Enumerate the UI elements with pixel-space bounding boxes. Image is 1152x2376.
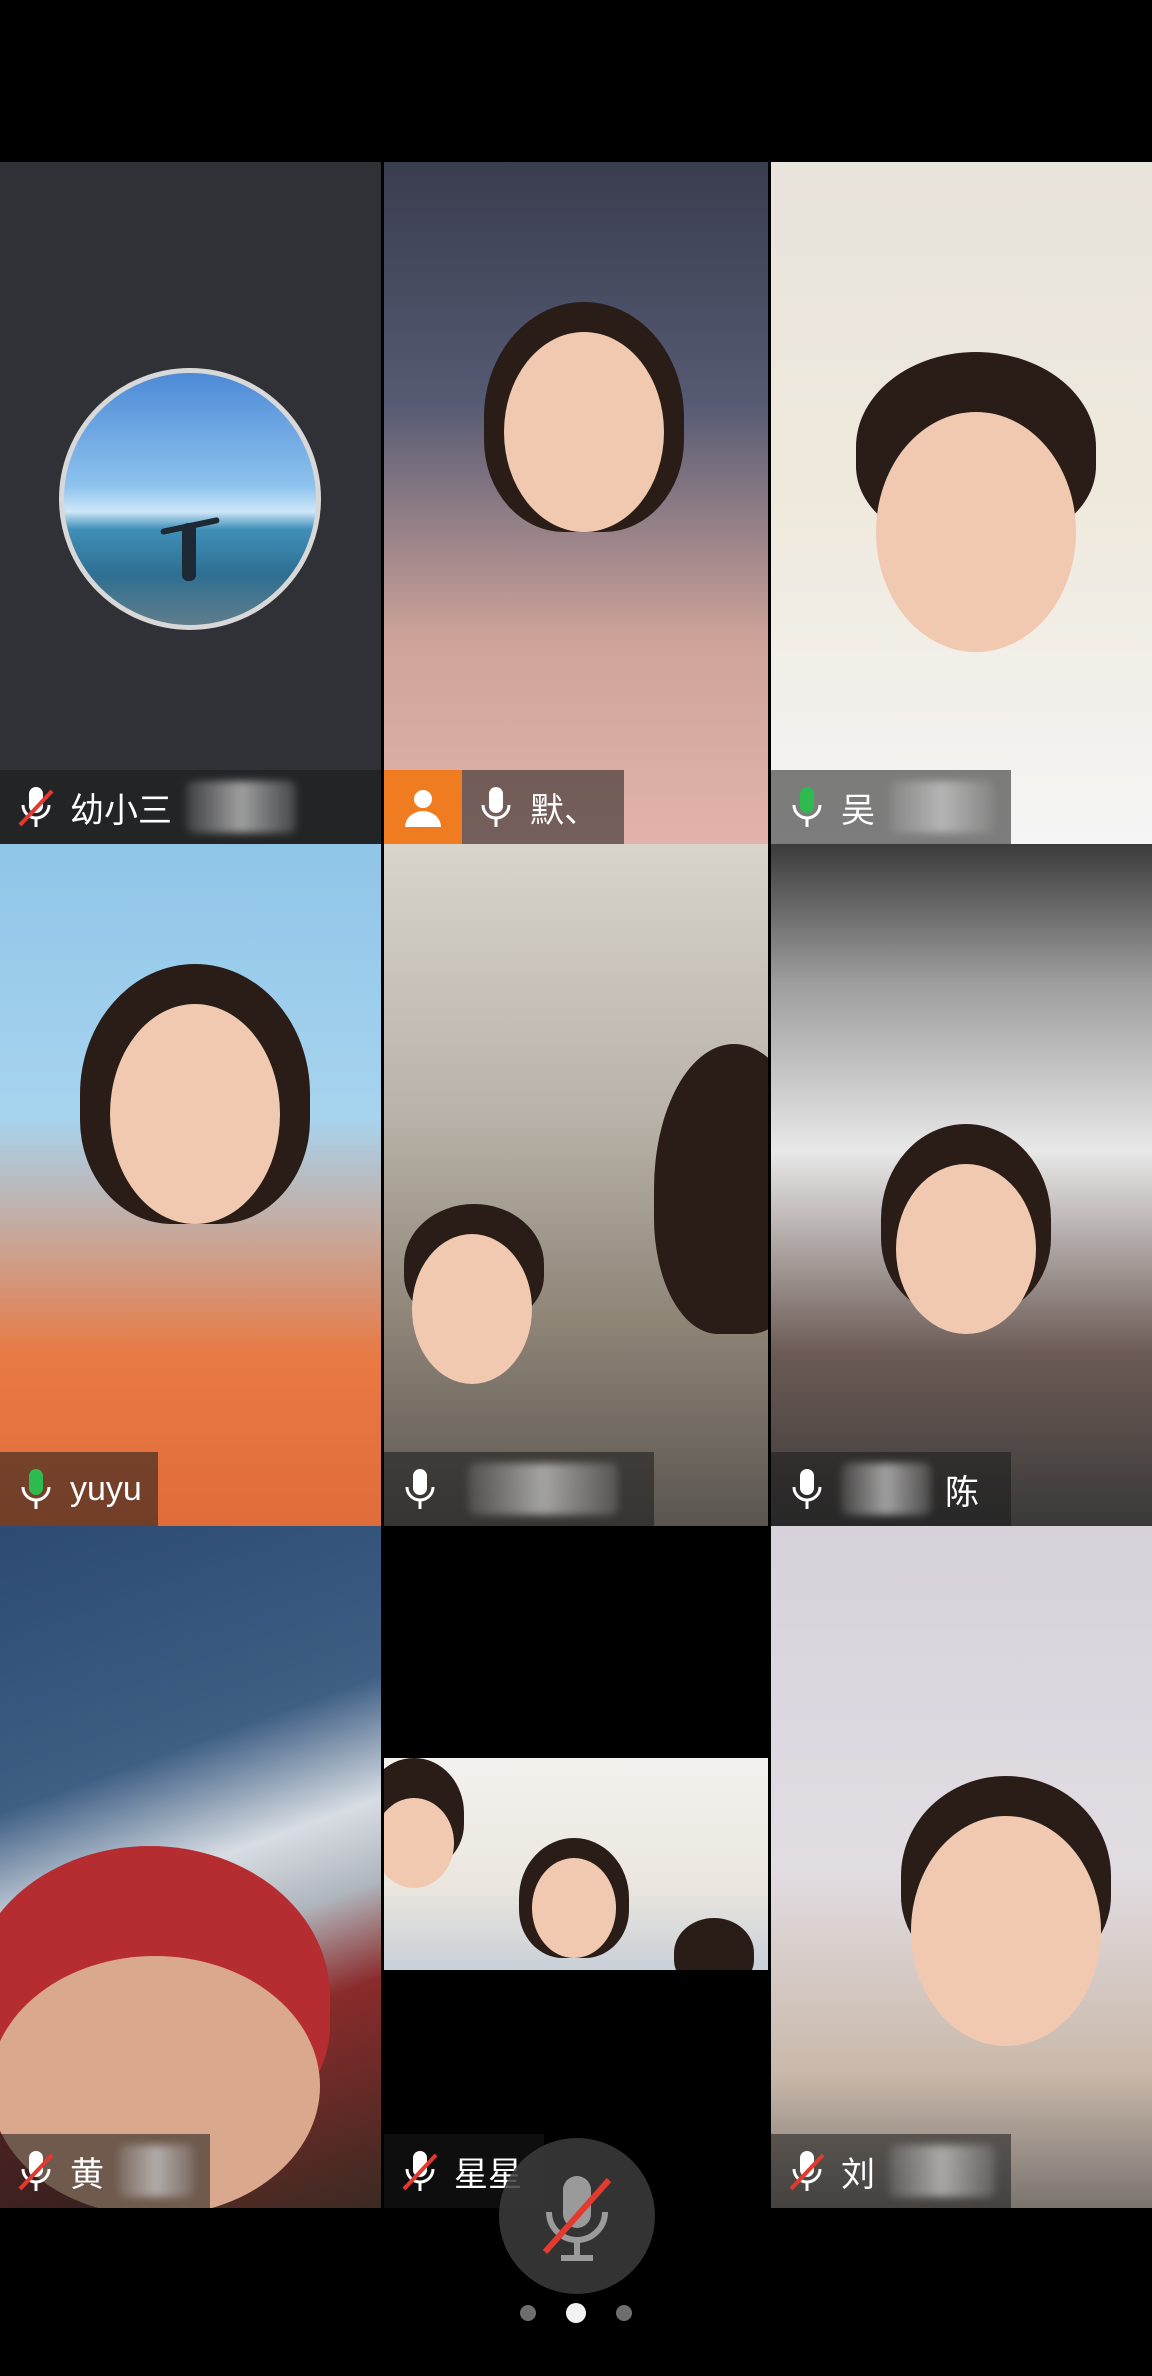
mic-muted-icon [787, 2147, 827, 2195]
host-person-icon [384, 770, 462, 844]
participant-tile-1[interactable]: 幼小三 [0, 162, 381, 844]
participant-name: yuyu [70, 1469, 142, 1508]
video-feed [384, 844, 768, 1526]
participant-name: 吴 [841, 791, 875, 830]
mic-toggle-button[interactable] [499, 2138, 655, 2294]
participant-name: 刘 [841, 2155, 875, 2194]
participant-tile-2[interactable]: 默、 [384, 162, 768, 844]
name-label: 刘 [771, 2134, 1011, 2208]
video-feed [771, 162, 1152, 844]
redaction-blur [118, 2145, 194, 2197]
video-feed [0, 844, 381, 1526]
video-feed [0, 1526, 381, 2208]
name-label: 陈 [771, 1452, 1011, 1526]
name-label [384, 1452, 654, 1526]
avatar [59, 368, 321, 630]
page-dot-3[interactable] [616, 2305, 632, 2321]
participant-name: 陈 [945, 1473, 979, 1512]
redaction-blur [889, 781, 995, 833]
video-feed [771, 844, 1152, 1526]
participant-tile-3[interactable]: 吴 [771, 162, 1152, 844]
mic-muted-icon [542, 2176, 612, 2261]
name-label: 默、 [384, 770, 624, 844]
participant-tile-9[interactable]: 刘 [771, 1526, 1152, 2208]
redaction-blur [841, 1463, 931, 1515]
video-grid: 幼小三 默、 吴 yuyu 陈 黄 星星 刘 [0, 162, 1152, 2208]
name-label: 黄 [0, 2134, 210, 2208]
participant-tile-6[interactable]: 陈 [771, 844, 1152, 1526]
participant-name: 幼小三 [70, 791, 172, 830]
participant-tile-7[interactable]: 黄 [0, 1526, 381, 2208]
page-dot-2[interactable] [566, 2303, 586, 2323]
participant-name: 黄 [70, 2155, 104, 2194]
name-label: 幼小三 [0, 770, 381, 844]
mic-icon [476, 783, 516, 831]
mic-active-icon [787, 783, 827, 831]
participant-tile-8[interactable]: 星星 [384, 1526, 768, 2208]
mic-muted-icon [16, 2147, 56, 2195]
name-label: 吴 [771, 770, 1011, 844]
video-feed-letterboxed [384, 1758, 768, 1970]
mic-active-icon [16, 1465, 56, 1513]
participant-tile-4[interactable]: yuyu [0, 844, 381, 1526]
name-label: yuyu [0, 1452, 158, 1526]
participant-name: 默、 [530, 791, 598, 830]
redaction-blur [468, 1463, 618, 1515]
page-dot-1[interactable] [520, 2305, 536, 2321]
redaction-blur [186, 781, 296, 833]
redaction-blur [889, 2145, 995, 2197]
video-feed [384, 162, 768, 844]
mic-muted-icon [16, 783, 56, 831]
mic-icon [400, 1465, 440, 1513]
mic-muted-icon [400, 2147, 440, 2195]
page-indicator[interactable] [0, 2303, 1152, 2323]
video-feed [771, 1526, 1152, 2208]
participant-tile-5[interactable] [384, 844, 768, 1526]
mic-icon [787, 1465, 827, 1513]
